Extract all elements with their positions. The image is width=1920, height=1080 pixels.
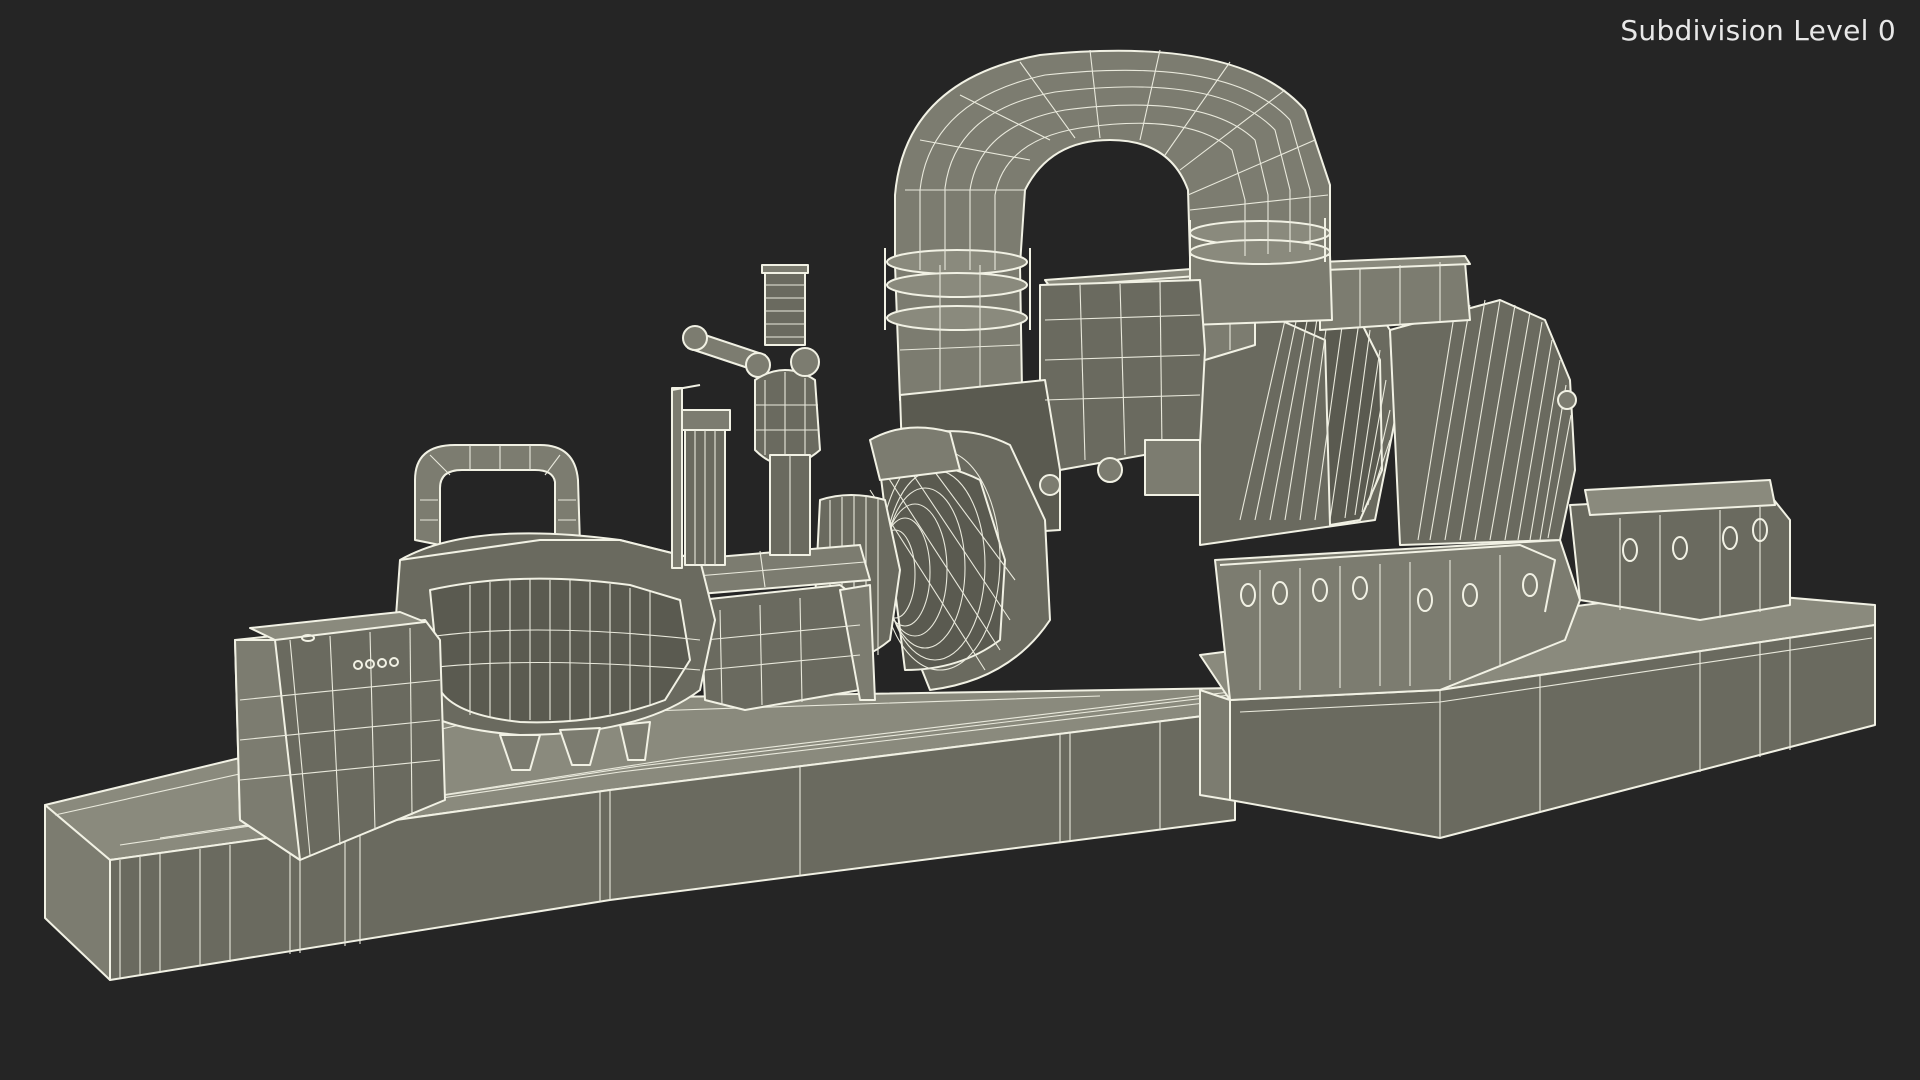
subdivision-level-label: Subdivision Level 0	[1620, 14, 1896, 47]
render-viewport: Subdivision Level 0	[0, 0, 1920, 1080]
turbine-wireframe-model	[44, 49, 1876, 981]
bearing-pedestal	[699, 584, 876, 711]
governor-valve-assembly	[671, 264, 821, 569]
lp-turbine-rotor	[1199, 289, 1577, 546]
